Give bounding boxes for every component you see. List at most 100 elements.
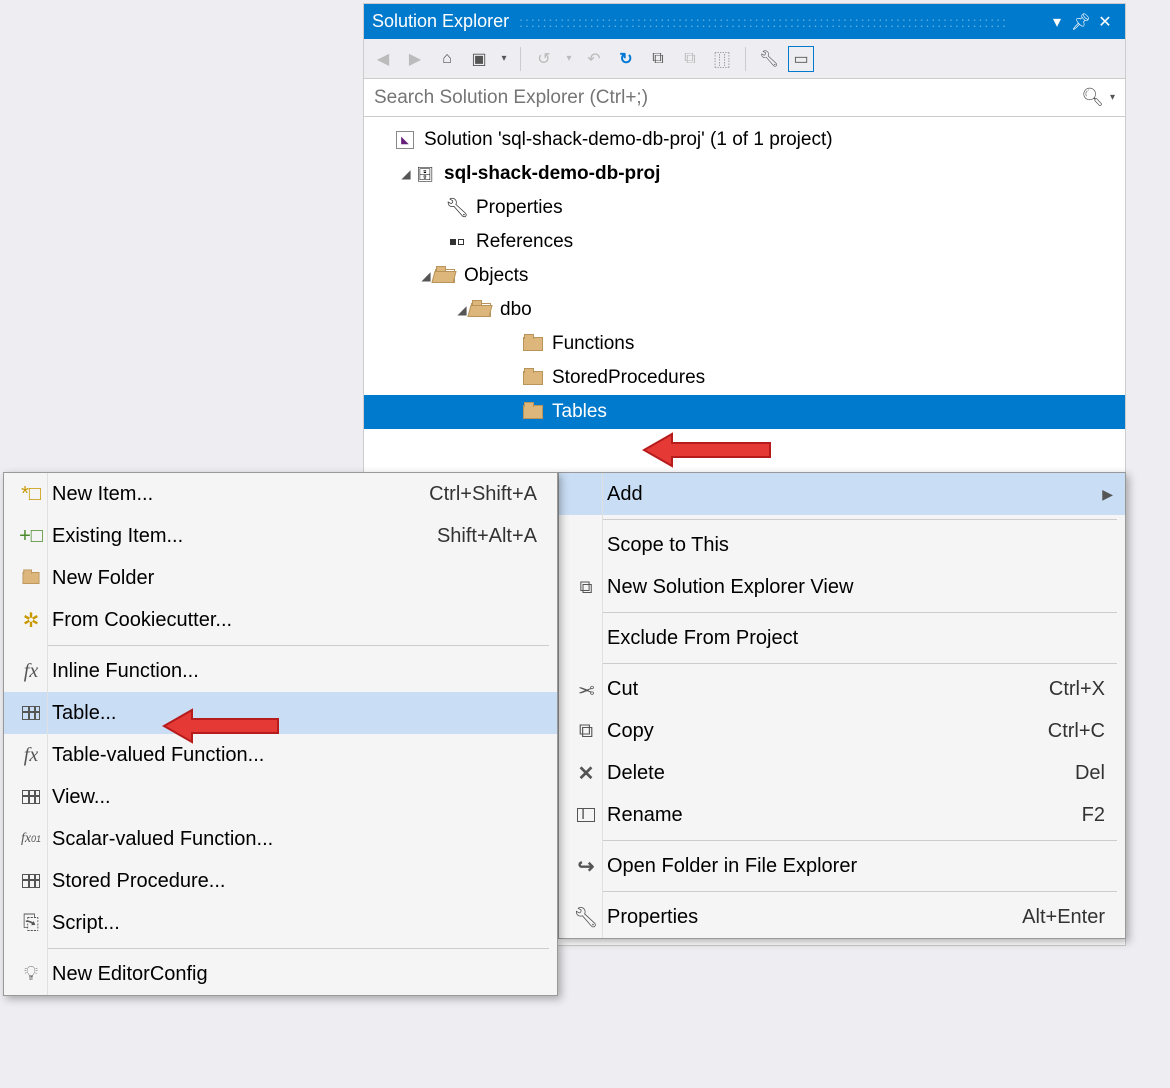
tree-dbo[interactable]: ◢ dbo [364,293,1125,327]
svf-label: Scalar-valued Function... [52,828,545,851]
back-icon[interactable]: ◀ [370,46,396,72]
forward-icon[interactable]: ▶ [402,46,428,72]
menu-add[interactable]: Add ▶ [559,473,1125,515]
dropdown-icon[interactable]: ▾ [1045,12,1069,32]
history-icon[interactable]: ↺ [531,46,557,72]
dbo-label: dbo [500,299,532,321]
tvf-label: Table-valued Function... [52,744,545,767]
tree-storedprocedures[interactable]: StoredProcedures [364,361,1125,395]
menu-new-item[interactable]: *□ New Item... Ctrl+Shift+A [4,473,557,515]
inlinefn-label: Inline Function... [52,660,545,683]
view-label: View... [52,786,545,809]
history-dropdown-icon[interactable]: ▾ [563,46,575,72]
folder-open-icon [434,265,456,287]
menu-new-folder[interactable]: New Folder [4,557,557,599]
tree-tables[interactable]: Tables [364,395,1125,429]
sp-label: Stored Procedure... [52,870,545,893]
menu-inline-function[interactable]: fx Inline Function... [4,650,557,692]
menu-separator [48,948,549,949]
menu-delete[interactable]: ✕ Delete Del [559,752,1125,794]
preview-icon[interactable]: ⿲ [709,46,735,72]
rename-shortcut: F2 [1082,804,1105,827]
tree-functions[interactable]: Functions [364,327,1125,361]
menu-cookiecutter[interactable]: ✲ From Cookiecutter... [4,599,557,641]
table-icon [16,706,46,720]
menu-copy[interactable]: Copy Ctrl+C [559,710,1125,752]
search-input[interactable] [374,87,1075,109]
search-icon[interactable]: 🔍︎ [1081,87,1104,108]
switch-view-icon[interactable]: ▣ [466,46,492,72]
refresh-icon[interactable]: ↻ [613,46,639,72]
tables-label: Tables [552,401,607,423]
annotation-arrow-table-menu [162,708,290,753]
menu-new-solution-explorer-view[interactable]: New Solution Explorer View [559,566,1125,608]
menu-separator [603,519,1117,520]
references-icon [446,231,468,253]
folder-icon [522,401,544,423]
view-icon [16,790,46,804]
wrench-icon: 🔧︎ [571,905,601,930]
search-box[interactable]: 🔍︎ ▾ [364,79,1125,117]
menu-rename[interactable]: Rename F2 [559,794,1125,836]
bulb-icon: 💡︎ [16,963,46,986]
titlebar-grip: ::::::::::::::::::::::::::::::::::::::::… [519,14,1045,30]
menu-separator [603,663,1117,664]
newitem-label: New Item... [52,483,429,506]
switch-dropdown-icon[interactable]: ▾ [498,46,510,72]
annotation-arrow-tables [642,432,782,477]
cookiecutter-icon: ✲ [16,608,46,633]
table-label: Table... [52,702,545,725]
titlebar[interactable]: Solution Explorer ::::::::::::::::::::::… [364,4,1125,39]
undo-icon[interactable]: ↶ [581,46,607,72]
vs-solution-icon [394,129,416,151]
folder-icon [522,333,544,355]
tree-project[interactable]: ◢ sql-shack-demo-db-proj [364,157,1125,191]
fx-icon: fx [16,660,46,683]
tree-objects[interactable]: ◢ Objects [364,259,1125,293]
menu-view[interactable]: View... [4,776,557,818]
copy-shortcut: Ctrl+C [1048,720,1105,743]
menu-stored-procedure[interactable]: Stored Procedure... [4,860,557,902]
solution-tree: ▶ Solution 'sql-shack-demo-db-proj' (1 o… [364,117,1125,435]
newfolder-label: New Folder [52,567,545,590]
menu-open-folder[interactable]: ↪ Open Folder in File Explorer [559,845,1125,887]
delete-icon: ✕ [571,761,601,786]
fx-icon: fx01 [16,831,46,847]
menu-cut[interactable]: Cut Ctrl+X [559,668,1125,710]
cut-icon [571,677,601,702]
menu-script[interactable]: ⎘ Script... [4,902,557,944]
cookie-label: From Cookiecutter... [52,609,545,632]
copy-label: Copy [607,720,1048,743]
cut-shortcut: Ctrl+X [1049,678,1105,701]
fx-icon: fx [16,744,46,767]
menu-scalar-valued-function[interactable]: fx01 Scalar-valued Function... [4,818,557,860]
show-all-icon[interactable]: ⧉ [677,46,703,72]
menu-scope[interactable]: Scope to This [559,524,1125,566]
home-icon[interactable]: ⌂ [434,46,460,72]
editorconfig-label: New EditorConfig [52,963,545,986]
properties-label: Properties [476,197,563,219]
tree-references[interactable]: References [364,225,1125,259]
folder-icon [522,367,544,389]
pin-icon[interactable]: 📌︎ [1069,12,1093,32]
toolbar-separator [520,47,521,71]
newitem-shortcut: Ctrl+Shift+A [429,483,537,506]
toolbar: ◀ ▶ ⌂ ▣ ▾ ↺ ▾ ↶ ↻ ⧉ ⧉ ⿲ 🔧︎ ▭ [364,39,1125,79]
menu-existing-item[interactable]: +□ Existing Item... Shift+Alt+A [4,515,557,557]
db-project-icon [414,163,436,185]
menu-exclude[interactable]: Exclude From Project [559,617,1125,659]
context-menu-main: Add ▶ Scope to This New Solution Explore… [558,472,1126,939]
preview-selected-icon[interactable]: ▭ [788,46,814,72]
search-dropdown-icon[interactable]: ▾ [1110,92,1115,103]
properties-icon[interactable]: 🔧︎ [756,46,782,72]
menu-new-editorconfig[interactable]: 💡︎ New EditorConfig [4,953,557,995]
menu-properties[interactable]: 🔧︎ Properties Alt+Enter [559,896,1125,938]
collapse-icon[interactable]: ⧉ [645,46,671,72]
menu-separator [48,645,549,646]
storedprocedures-label: StoredProcedures [552,367,705,389]
tree-solution[interactable]: ▶ Solution 'sql-shack-demo-db-proj' (1 o… [364,123,1125,157]
toolbar-separator-2 [745,47,746,71]
tree-properties[interactable]: 🔧︎ Properties [364,191,1125,225]
menu-separator [603,840,1117,841]
close-icon[interactable]: ✕ [1093,12,1117,32]
